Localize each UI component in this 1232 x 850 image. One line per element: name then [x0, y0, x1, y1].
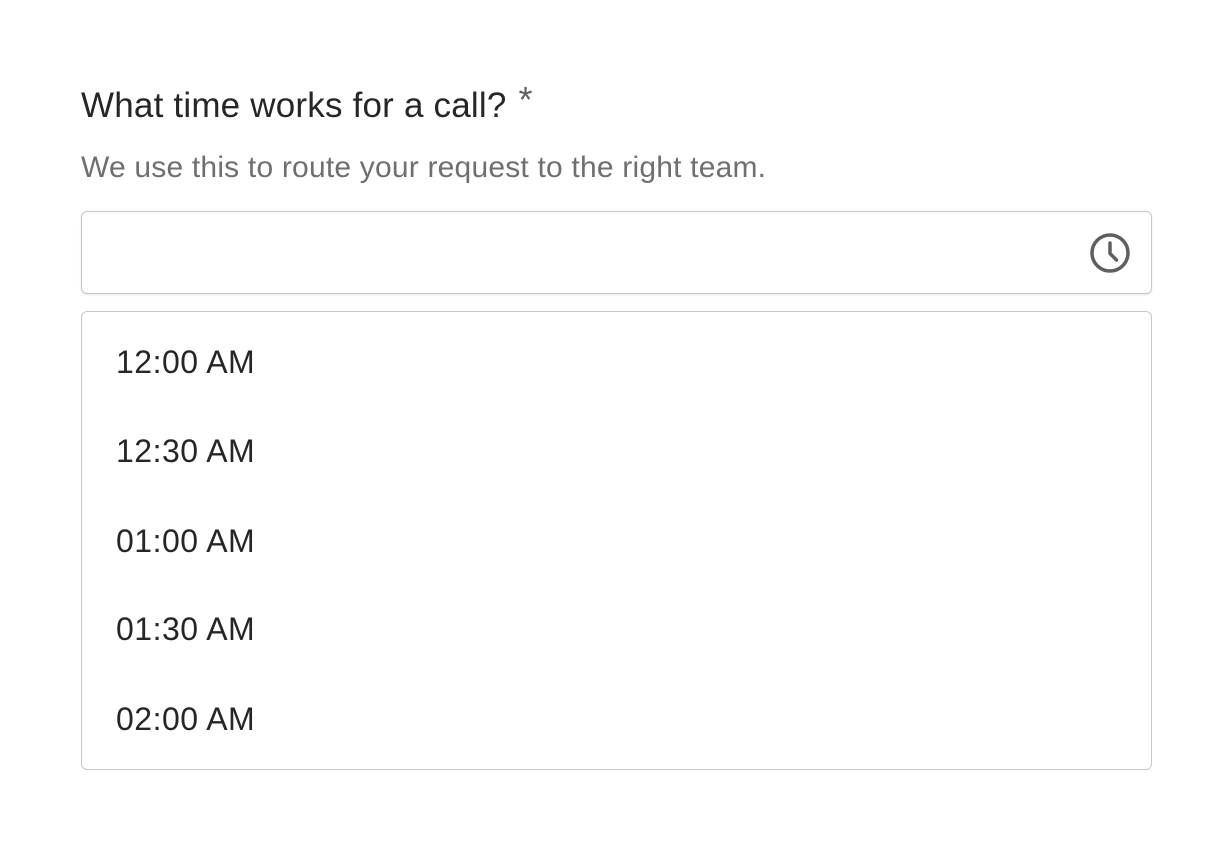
time-input[interactable] — [82, 212, 1062, 293]
clock-icon[interactable] — [1089, 232, 1131, 274]
time-option[interactable]: 01:30 AM — [116, 609, 255, 649]
time-option[interactable]: 12:00 AM — [116, 342, 255, 382]
time-option[interactable]: 12:30 AM — [116, 431, 255, 471]
required-asterisk: * — [518, 79, 533, 120]
time-option[interactable]: 01:00 AM — [116, 521, 255, 561]
time-option[interactable]: 02:00 AM — [116, 699, 255, 739]
helper-text: We use this to route your request to the… — [81, 151, 767, 184]
field-label: What time works for a call? — [81, 86, 507, 125]
time-options-dropdown: 12:00 AM 12:30 AM 01:00 AM 01:30 AM 02:0… — [81, 311, 1152, 770]
time-input-box[interactable] — [81, 211, 1152, 294]
field-label-row: What time works for a call? * — [81, 80, 533, 132]
